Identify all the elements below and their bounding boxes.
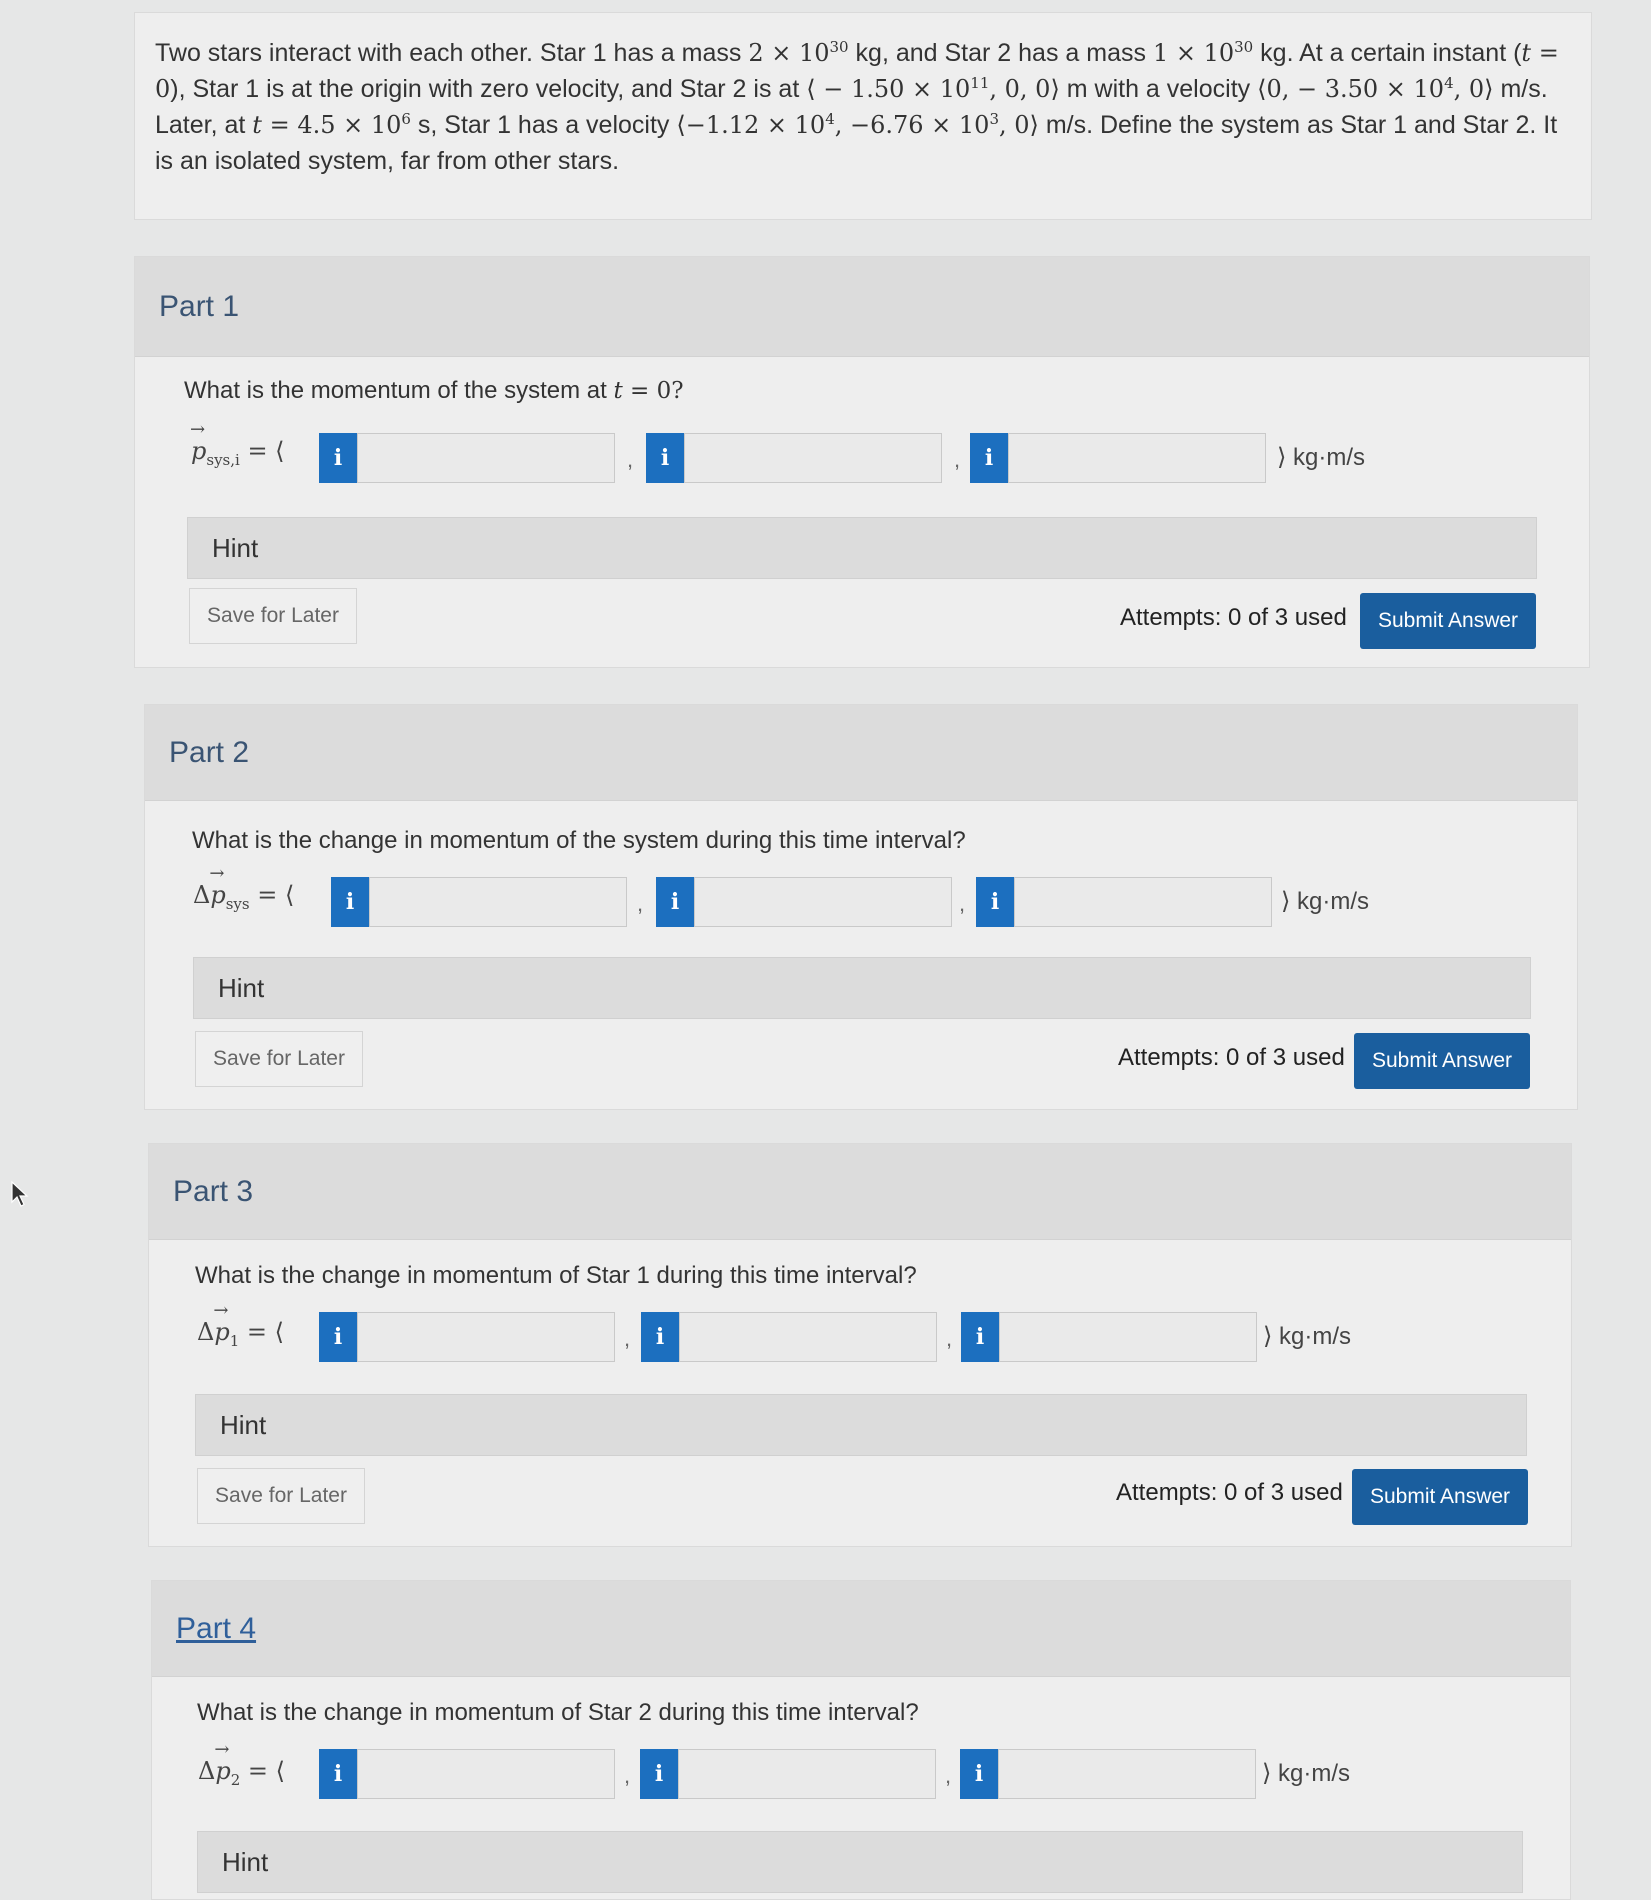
- mass2: 1 × 1030: [1152, 38, 1254, 67]
- answer-label: psys,i = ⟨: [190, 419, 285, 469]
- y-component-input[interactable]: [684, 433, 942, 483]
- answer-label: Δpsys = ⟨: [193, 863, 294, 913]
- problem-text: Two stars interact with each other. Star…: [155, 39, 749, 67]
- star1-velocity: ⟨−1.12 × 104, −6.76 × 103, 0⟩: [676, 110, 1039, 139]
- question-text: What is the momentum of the system at t …: [184, 377, 684, 404]
- part-3-panel: Part 3 What is the change in momentum of…: [148, 1143, 1572, 1547]
- separator: ,: [945, 1763, 952, 1788]
- part-4-header: Part 4: [152, 1581, 1570, 1677]
- y-component[interactable]: i: [656, 877, 952, 927]
- unit-label: ⟩ kg·m/s: [1262, 1760, 1351, 1787]
- separator: ,: [624, 1326, 631, 1351]
- part-1-header: Part 1: [135, 257, 1589, 357]
- x-component[interactable]: i: [319, 1312, 615, 1362]
- y-component[interactable]: i: [640, 1749, 936, 1799]
- answer-label: Δp2 = ⟨: [198, 1739, 285, 1789]
- info-icon[interactable]: i: [960, 1749, 998, 1799]
- save-for-later-button[interactable]: Save for Later: [197, 1468, 365, 1524]
- x-component-input[interactable]: [357, 1749, 615, 1799]
- later-time: t = 4.5 × 106: [252, 110, 411, 139]
- answer-label: Δp1 = ⟨: [197, 1300, 284, 1350]
- mass1: 2 × 1030: [748, 38, 849, 67]
- part-2-panel: Part 2 What is the change in momentum of…: [144, 704, 1578, 1110]
- part-2-header: Part 2: [145, 705, 1577, 801]
- info-icon[interactable]: i: [970, 433, 1008, 483]
- separator: ,: [959, 891, 966, 916]
- separator: ,: [637, 891, 644, 916]
- part-title: Part 1: [159, 289, 240, 323]
- info-icon[interactable]: i: [319, 433, 357, 483]
- hint-toggle[interactable]: Hint: [195, 1394, 1527, 1456]
- x-component[interactable]: i: [331, 877, 627, 927]
- info-icon[interactable]: i: [640, 1749, 678, 1799]
- z-component[interactable]: i: [970, 433, 1266, 483]
- attempts-counter: Attempts: 0 of 3 used: [1120, 604, 1347, 631]
- separator: ,: [954, 447, 961, 472]
- x-component[interactable]: i: [319, 1749, 615, 1799]
- question-text: What is the change in momentum of Star 1…: [195, 1262, 917, 1289]
- x-component-input[interactable]: [357, 433, 615, 483]
- attempts-counter: Attempts: 0 of 3 used: [1116, 1479, 1343, 1506]
- y-component-input[interactable]: [694, 877, 952, 927]
- part-3-header: Part 3: [149, 1144, 1571, 1240]
- attempts-counter: Attempts: 0 of 3 used: [1118, 1044, 1345, 1071]
- problem-statement: Two stars interact with each other. Star…: [134, 12, 1592, 220]
- part-4-panel: Part 4 What is the change in momentum of…: [151, 1580, 1571, 1900]
- submit-answer-button[interactable]: Submit Answer: [1354, 1033, 1530, 1089]
- star2-velocity: ⟨0, − 3.50 × 104, 0⟩: [1257, 74, 1494, 103]
- part-1-panel: Part 1 What is the momentum of the syste…: [134, 256, 1590, 668]
- unit-label: ⟩ kg·m/s: [1277, 444, 1366, 471]
- hint-toggle[interactable]: Hint: [187, 517, 1537, 579]
- separator: ,: [946, 1326, 953, 1351]
- save-for-later-button[interactable]: Save for Later: [195, 1031, 363, 1087]
- unit-label: ⟩ kg·m/s: [1263, 1323, 1352, 1350]
- z-component[interactable]: i: [960, 1749, 1256, 1799]
- info-icon[interactable]: i: [331, 877, 369, 927]
- unit-label: ⟩ kg·m/s: [1281, 888, 1370, 915]
- y-component[interactable]: i: [641, 1312, 937, 1362]
- z-component-input[interactable]: [1014, 877, 1272, 927]
- submit-answer-button[interactable]: Submit Answer: [1352, 1469, 1528, 1525]
- info-icon[interactable]: i: [646, 433, 684, 483]
- info-icon[interactable]: i: [961, 1312, 999, 1362]
- submit-answer-button[interactable]: Submit Answer: [1360, 593, 1536, 649]
- save-for-later-button[interactable]: Save for Later: [189, 588, 357, 644]
- info-icon[interactable]: i: [976, 877, 1014, 927]
- y-component-input[interactable]: [679, 1312, 937, 1362]
- info-icon[interactable]: i: [656, 877, 694, 927]
- info-icon[interactable]: i: [319, 1312, 357, 1362]
- x-component-input[interactable]: [357, 1312, 615, 1362]
- separator: ,: [624, 1763, 631, 1788]
- z-component[interactable]: i: [976, 877, 1272, 927]
- question-text: What is the change in momentum of Star 2…: [197, 1699, 919, 1726]
- y-component[interactable]: i: [646, 433, 942, 483]
- x-component[interactable]: i: [319, 433, 615, 483]
- z-component-input[interactable]: [1008, 433, 1266, 483]
- part-title-link[interactable]: Part 4: [176, 1612, 256, 1646]
- info-icon[interactable]: i: [319, 1749, 357, 1799]
- star2-position: ⟨ − 1.50 × 1011, 0, 0⟩: [806, 74, 1060, 103]
- y-component-input[interactable]: [678, 1749, 936, 1799]
- separator: ,: [627, 447, 634, 472]
- part-title: Part 3: [173, 1174, 254, 1208]
- hint-toggle[interactable]: Hint: [197, 1831, 1523, 1893]
- question-text: What is the change in momentum of the sy…: [192, 827, 966, 854]
- x-component-input[interactable]: [369, 877, 627, 927]
- info-icon[interactable]: i: [641, 1312, 679, 1362]
- part-title: Part 2: [169, 735, 250, 769]
- z-component-input[interactable]: [999, 1312, 1257, 1362]
- z-component[interactable]: i: [961, 1312, 1257, 1362]
- hint-toggle[interactable]: Hint: [193, 957, 1531, 1019]
- mouse-pointer-icon: [11, 1180, 29, 1207]
- z-component-input[interactable]: [998, 1749, 1256, 1799]
